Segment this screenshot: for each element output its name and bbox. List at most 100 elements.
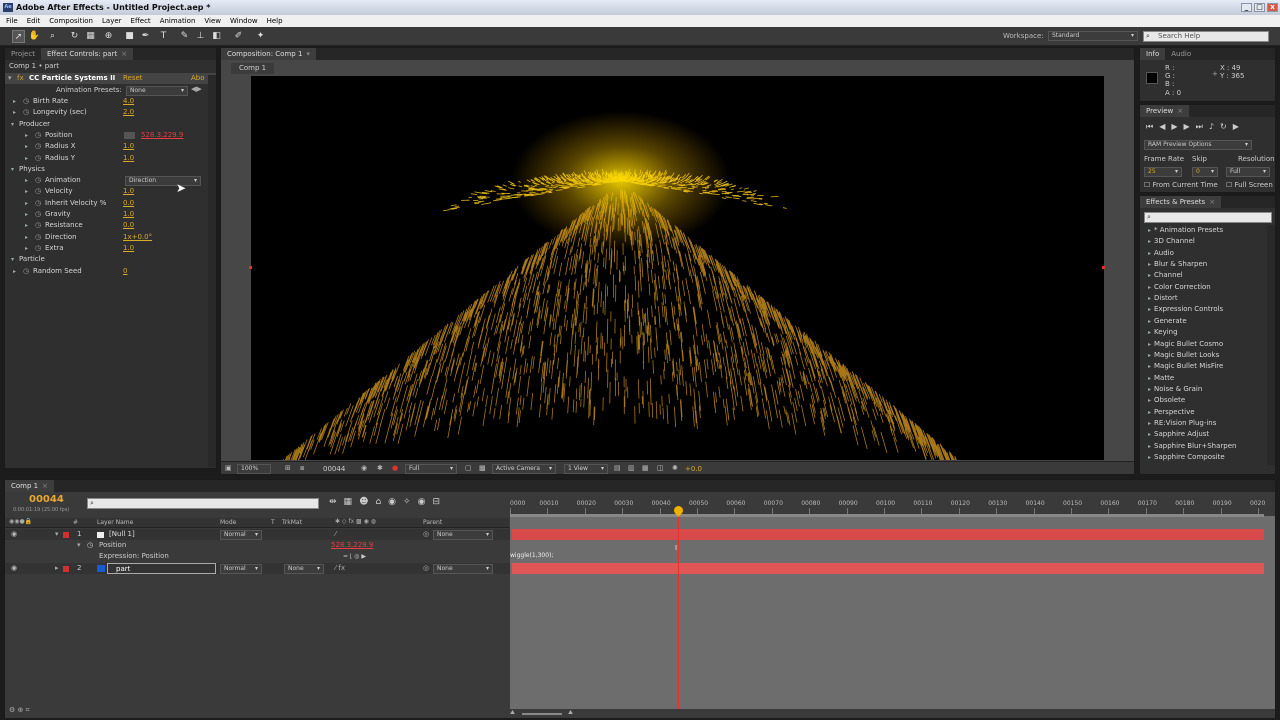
effects-category-item[interactable]: ▸ Channel <box>1148 270 1183 281</box>
property-value[interactable]: 4.0 <box>123 96 134 107</box>
composition-viewer[interactable] <box>251 76 1104 460</box>
category-expand-icon[interactable]: ▸ <box>1148 261 1151 268</box>
layer-switches-icon[interactable]: ⁄ fx <box>335 563 345 574</box>
comp-timecode[interactable]: 00044 <box>323 465 345 473</box>
category-expand-icon[interactable]: ▸ <box>1148 295 1151 302</box>
property-value[interactable]: 0.0 <box>123 220 134 231</box>
effect-property-row[interactable]: ▸ ◷ Gravity 1.0 <box>5 209 205 220</box>
workspace-select[interactable]: Standard ▾ <box>1048 31 1138 41</box>
expression-row[interactable]: Expression: Position = ⌊ ◎ ▶ <box>5 551 514 562</box>
about-link[interactable]: Abo <box>191 74 205 82</box>
selection-tool-icon[interactable]: ➚ <box>12 30 25 43</box>
effects-category-item[interactable]: ▸ Magic Bullet MisFire <box>1148 361 1223 372</box>
effects-category-item[interactable]: ▸ Sapphire Blur+Sharpen <box>1148 441 1236 452</box>
camera-tool-icon[interactable]: ▦ <box>84 30 97 43</box>
tab-composition[interactable]: Composition: Comp 1 ▾ <box>221 48 316 60</box>
from-current-time-checkbox[interactable]: ☐ From Current Time <box>1144 181 1218 189</box>
effects-category-item[interactable]: ▸ Sapphire Adjust <box>1148 429 1209 440</box>
stopwatch-icon[interactable]: ◷ <box>35 243 41 254</box>
effects-category-item[interactable]: ▸ RE:Vision Plug-ins <box>1148 418 1216 429</box>
work-area-bar[interactable] <box>510 514 1264 517</box>
views-select[interactable]: 1 View ▾ <box>564 464 608 474</box>
timeline-icon[interactable]: ▦ <box>642 464 649 472</box>
category-expand-icon[interactable]: ▸ <box>1148 238 1151 245</box>
mute-icon[interactable]: ♪ <box>1209 122 1220 131</box>
effect-property-row[interactable]: ▾ Producer <box>5 119 205 130</box>
category-expand-icon[interactable]: ▸ <box>1148 318 1151 325</box>
comp-subtab[interactable]: Comp 1 <box>231 63 275 74</box>
animation-type-select[interactable]: Direction ▾ <box>125 176 201 187</box>
type-tool-icon[interactable]: T <box>157 30 170 43</box>
fast-previews-icon[interactable]: ▥ <box>628 464 635 472</box>
property-value[interactable]: 1.0 <box>123 243 134 254</box>
category-expand-icon[interactable]: ▸ <box>1148 409 1151 416</box>
effects-category-item[interactable]: ▸ Color Correction <box>1148 282 1211 293</box>
tab-project[interactable]: Project <box>5 48 41 60</box>
effects-category-item[interactable]: ▸ Matte <box>1148 373 1174 384</box>
category-expand-icon[interactable]: ▸ <box>1148 363 1151 370</box>
effect-controls-scrollbar[interactable] <box>208 75 216 467</box>
effect-property-row[interactable]: ▸ ◷ Resistance 0.0 <box>5 220 205 231</box>
live-update-icon[interactable]: ⊟ <box>432 497 447 507</box>
property-value[interactable]: 1.0 <box>123 141 134 152</box>
category-expand-icon[interactable]: ▸ <box>1148 397 1151 404</box>
tab-timeline-comp[interactable]: Comp 1 × <box>5 480 54 492</box>
eye-icon[interactable]: ◉ <box>11 563 17 574</box>
pickwhip-icon[interactable]: ◎ <box>423 529 429 540</box>
stopwatch-icon[interactable]: ◷ <box>35 198 41 209</box>
property-expand-icon[interactable]: ▸ <box>25 130 28 141</box>
pen-tool-icon[interactable]: ✒ <box>139 30 152 43</box>
property-value[interactable]: 2.0 <box>123 107 134 118</box>
preview-resolution-select[interactable]: Full ▾ <box>1226 167 1270 177</box>
stopwatch-icon[interactable]: ◷ <box>35 130 41 141</box>
category-expand-icon[interactable]: ▸ <box>1148 443 1151 450</box>
effect-property-row[interactable]: ▾ Particle <box>5 254 205 265</box>
frame-blend-icon[interactable]: ⌂ <box>375 497 388 507</box>
first-frame-icon[interactable]: ⏮ <box>1146 122 1159 131</box>
motion-blur-icon[interactable]: ◉ <box>388 497 403 507</box>
preset-nav-arrows-icon[interactable]: ◀▶ <box>191 85 202 93</box>
effects-category-item[interactable]: ▸ Audio <box>1148 248 1174 259</box>
menu-effect[interactable]: Effect <box>131 15 151 27</box>
comp-menu-icon[interactable]: ▾ <box>306 50 310 58</box>
zoom-out-icon[interactable]: ⛰ <box>510 709 515 717</box>
property-expand-icon[interactable]: ▸ <box>25 186 28 197</box>
property-expand-icon[interactable]: ▸ <box>13 96 16 107</box>
property-expand-icon[interactable]: ▸ <box>25 175 28 186</box>
ram-preview-icon[interactable]: ▶ <box>1233 122 1245 131</box>
menu-composition[interactable]: Composition <box>49 15 93 27</box>
stopwatch-icon[interactable]: ◷ <box>35 209 41 220</box>
full-screen-checkbox[interactable]: ☐ Full Screen <box>1226 181 1273 189</box>
group-expand-icon[interactable]: ▾ <box>11 254 14 265</box>
hand-tool-icon[interactable]: ✋ <box>28 30 41 43</box>
show-snapshot-icon[interactable]: ✱ <box>377 464 383 472</box>
property-expand-icon[interactable]: ▾ <box>77 540 81 551</box>
effects-category-item[interactable]: ▸ * Animation Presets <box>1148 225 1223 236</box>
effects-category-item[interactable]: ▸ Perspective <box>1148 407 1195 418</box>
effects-category-item[interactable]: ▸ Keying <box>1148 327 1178 338</box>
property-value[interactable]: 1.0 <box>123 209 134 220</box>
group-expand-icon[interactable]: ▾ <box>11 164 14 175</box>
channel-icon[interactable]: ● <box>392 464 398 472</box>
camera-select[interactable]: Active Camera ▾ <box>492 464 556 474</box>
zoom-slider[interactable] <box>522 713 562 715</box>
tab-preview[interactable]: Preview × <box>1140 105 1190 117</box>
maximize-button[interactable]: □ <box>1254 3 1265 12</box>
menu-layer[interactable]: Layer <box>102 15 122 27</box>
menu-edit[interactable]: Edit <box>27 15 41 27</box>
stopwatch-icon[interactable]: ◷ <box>23 266 29 277</box>
property-expand-icon[interactable]: ▸ <box>25 232 28 243</box>
trkmat-select[interactable]: None ▾ <box>284 564 324 574</box>
stopwatch-icon[interactable]: ◷ <box>35 153 41 164</box>
effect-expand-icon[interactable]: ▾ <box>8 74 12 82</box>
layer-expand-icon[interactable]: ▸ <box>55 563 59 574</box>
menu-window[interactable]: Window <box>230 15 258 27</box>
property-value[interactable]: 0.0 <box>123 198 134 209</box>
label-color-swatch[interactable] <box>63 566 69 572</box>
next-frame-icon[interactable]: ▶ <box>1184 122 1196 131</box>
timeline-timecode[interactable]: 00044 <box>29 494 64 505</box>
draft-3d-icon[interactable]: ▦ <box>344 497 360 507</box>
animation-presets-select[interactable]: None ▾ <box>126 86 188 96</box>
preview-always-icon[interactable]: ▣ <box>225 464 232 472</box>
effect-property-row[interactable]: ▸ ◷ Birth Rate 4.0 <box>5 96 205 107</box>
